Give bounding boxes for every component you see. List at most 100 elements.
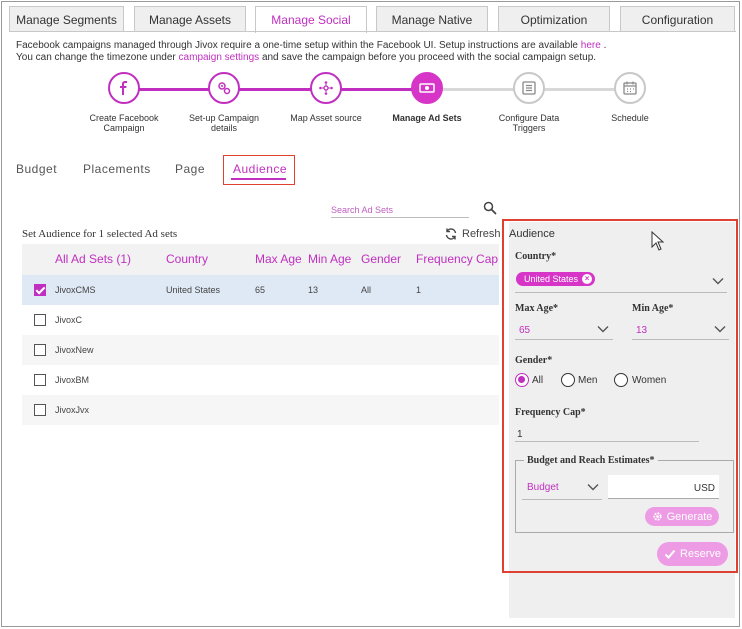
top-tabs: Manage Segments Manage Assets Manage Soc…	[9, 6, 735, 33]
cell-name: JivoxC	[55, 315, 83, 325]
min-age-chevron-icon[interactable]	[714, 325, 726, 333]
gender-radio-all[interactable]	[515, 373, 529, 387]
header-frequency-cap: Frequency Cap	[416, 252, 499, 266]
step-label-map-asset-source: Map Asset source	[290, 113, 362, 123]
min-age-label: Min Age*	[632, 303, 674, 314]
country-chip[interactable]: United States ×	[516, 272, 596, 286]
budget-reach-legend: Budget and Reach Estimates*	[524, 455, 658, 466]
cell-name: JivoxNew	[55, 345, 94, 355]
tab-manage-native[interactable]: Manage Native	[376, 6, 488, 32]
progress-line-done	[124, 88, 427, 91]
cell-max-age: 65	[255, 285, 266, 295]
gears-icon	[218, 82, 231, 95]
remove-country-icon[interactable]: ×	[582, 274, 593, 284]
tab-optimization[interactable]: Optimization	[498, 6, 610, 32]
cell-name: JivoxBM	[55, 375, 90, 385]
country-dropdown-chevron-icon[interactable]	[712, 277, 724, 285]
list-icon	[522, 81, 536, 95]
reserve-label: Reserve	[680, 548, 721, 560]
step-label-setup-campaign-details: Set-up Campaign details	[188, 113, 260, 133]
frequency-cap-underline	[515, 441, 699, 442]
generate-label: Generate	[666, 510, 713, 523]
step-label-schedule: Schedule	[611, 113, 649, 123]
row-checkbox[interactable]	[34, 404, 46, 416]
country-field-underline	[515, 292, 727, 293]
gender-radio-men[interactable]	[561, 373, 575, 387]
cell-country: United States	[166, 285, 221, 295]
tab-configuration[interactable]: Configuration	[620, 6, 735, 32]
step-schedule[interactable]	[614, 72, 646, 104]
calendar-icon	[623, 81, 637, 95]
subtab-page[interactable]: Page	[175, 162, 205, 176]
refresh-button[interactable]: Refresh	[444, 227, 501, 241]
header-all-ad-sets[interactable]: All Ad Sets (1)	[55, 252, 131, 266]
info-text-2: You can change the timezone under	[16, 52, 176, 63]
header-max-age: Max Age	[255, 252, 302, 266]
step-label-create-facebook-campaign: Create Facebook Campaign	[89, 113, 159, 133]
budget-type-chevron-icon[interactable]	[587, 483, 599, 491]
step-label-configure-data-triggers: Configure Data Triggers	[498, 113, 560, 133]
facebook-icon	[120, 81, 127, 95]
cell-name: JivoxJvx	[55, 405, 90, 415]
gender-label: Gender*	[515, 355, 553, 366]
cell-gender: All	[361, 285, 372, 295]
step-create-facebook-campaign[interactable]	[108, 72, 140, 104]
setup-info: Facebook campaigns managed through Jivox…	[16, 40, 606, 64]
max-age-select[interactable]: 65	[519, 325, 530, 336]
budget-type-select[interactable]: Budget	[527, 482, 559, 493]
subtab-audience[interactable]: Audience	[233, 162, 287, 176]
gender-label-women: Women	[632, 375, 667, 386]
audience-panel-title: Audience	[509, 228, 555, 240]
row-checkbox[interactable]	[34, 314, 46, 326]
tab-manage-assets[interactable]: Manage Assets	[134, 6, 246, 32]
budget-amount-input[interactable]: USD	[608, 475, 719, 499]
frequency-cap-input[interactable]: 1	[517, 429, 523, 440]
gender-radio-women[interactable]	[614, 373, 628, 387]
checkmark-icon	[664, 549, 676, 559]
row-checkbox[interactable]	[34, 344, 46, 356]
search-ad-sets-input[interactable]	[331, 203, 469, 218]
budget-type-underline	[522, 499, 602, 500]
step-setup-campaign-details[interactable]	[208, 72, 240, 104]
row-checkbox[interactable]	[34, 284, 46, 296]
generate-button[interactable]: Generate	[645, 507, 719, 526]
reserve-button[interactable]: Reserve	[657, 542, 728, 566]
subtab-placements[interactable]: Placements	[83, 162, 151, 176]
step-map-asset-source[interactable]	[310, 72, 342, 104]
country-chip-label: United States	[524, 274, 579, 284]
campaign-settings-link[interactable]: campaign settings	[179, 52, 260, 63]
max-age-chevron-icon[interactable]	[597, 325, 609, 333]
cell-min-age: 13	[308, 285, 319, 295]
step-manage-ad-sets[interactable]	[411, 72, 443, 104]
active-subtab-underline	[231, 178, 286, 180]
info-text-1-suffix: .	[603, 40, 607, 51]
table-row[interactable]: JivoxJvx	[22, 395, 499, 425]
header-country: Country	[166, 252, 209, 266]
header-min-age: Min Age	[308, 252, 352, 266]
gender-label-all: All	[532, 375, 544, 386]
here-link[interactable]: here	[581, 40, 601, 51]
max-age-underline	[515, 339, 613, 340]
tab-manage-segments[interactable]: Manage Segments	[9, 6, 124, 32]
refresh-label: Refresh	[462, 228, 501, 240]
tab-manage-social[interactable]: Manage Social	[255, 6, 367, 33]
min-age-select[interactable]: 13	[636, 325, 647, 336]
table-row[interactable]: JivoxC	[22, 305, 499, 335]
info-text-2-suffix: and save the campaign before you proceed…	[261, 52, 597, 63]
step-configure-data-triggers[interactable]	[513, 72, 545, 104]
table-row[interactable]: JivoxBM	[22, 365, 499, 395]
country-label: Country*	[515, 251, 557, 262]
subtab-budget[interactable]: Budget	[16, 162, 57, 176]
mouse-cursor-icon	[651, 231, 665, 251]
frequency-cap-label: Frequency Cap*	[515, 407, 586, 418]
search-icon[interactable]	[483, 201, 497, 215]
money-icon	[419, 83, 435, 93]
max-age-label: Max Age*	[515, 303, 559, 314]
table-row[interactable]: JivoxCMS United States 65 13 All 1	[22, 275, 499, 305]
row-checkbox[interactable]	[34, 374, 46, 386]
table-row[interactable]: JivoxNew	[22, 335, 499, 365]
ad-sets-table: All Ad Sets (1) Country Max Age Min Age …	[22, 244, 499, 425]
cell-name: JivoxCMS	[55, 285, 96, 295]
step-label-manage-ad-sets: Manage Ad Sets	[392, 113, 462, 123]
selected-ad-sets-summary: Set Audience for 1 selected Ad sets	[22, 228, 178, 240]
